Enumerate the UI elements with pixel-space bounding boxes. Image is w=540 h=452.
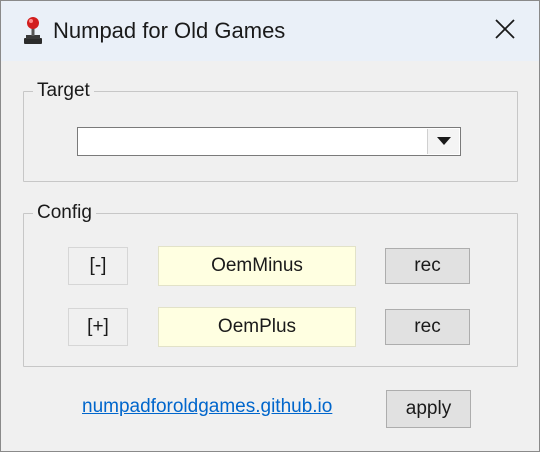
title-bar[interactable]: Numpad for Old Games [1,1,539,61]
client-area: Target Config [-] OemMinus rec [+] OemPl… [1,61,539,451]
config-groupbox: Config [-] OemMinus rec [+] OemPlus rec [23,201,518,367]
key-plus-value: OemPlus [158,307,356,347]
close-icon [494,18,516,45]
dropdown-button[interactable] [427,129,459,154]
triangle-down-icon [436,133,452,151]
joystick-icon [21,16,45,46]
window-title: Numpad for Old Games [53,18,286,43]
rec-minus-button[interactable]: rec [385,248,470,284]
target-dropdown[interactable] [77,127,461,156]
target-groupbox: Target [23,79,518,182]
app-window: Numpad for Old Games Target Config [-] O… [0,0,540,452]
rec-plus-button[interactable]: rec [385,309,470,345]
website-link[interactable]: numpadforoldgames.github.io [82,395,332,419]
config-group-label: Config [33,201,96,225]
key-plus-label: [+] [68,308,128,346]
key-minus-value: OemMinus [158,246,356,286]
key-minus-label: [-] [68,247,128,285]
close-button[interactable] [479,9,531,53]
apply-button[interactable]: apply [386,390,471,428]
target-group-label: Target [33,79,94,103]
